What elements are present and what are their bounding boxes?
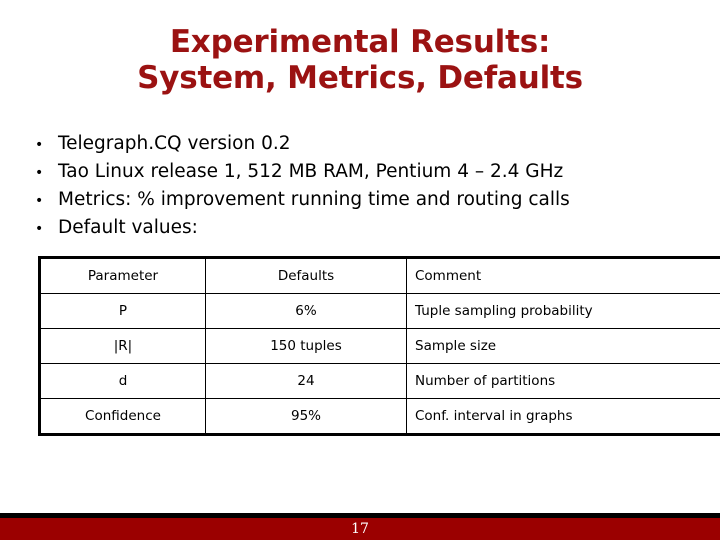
title-line-1: Experimental Results: bbox=[169, 24, 551, 60]
list-item: • Metrics: % improvement running time an… bbox=[30, 186, 700, 214]
defaults-table: Parameter Defaults Comment P 6% Tuple sa… bbox=[38, 256, 720, 436]
presentation-slide: Experimental Results: System, Metrics, D… bbox=[0, 0, 720, 540]
list-item: • Tao Linux release 1, 512 MB RAM, Penti… bbox=[30, 158, 700, 186]
cell-parameter: P bbox=[39, 293, 206, 329]
cell-parameter: Confidence bbox=[39, 398, 206, 435]
list-item-label: Telegraph.CQ version 0.2 bbox=[58, 133, 291, 154]
page-number: 17 bbox=[351, 521, 369, 537]
cell-default: 24 bbox=[205, 363, 407, 399]
bullet-icon: • bbox=[35, 165, 44, 181]
page-title: Experimental Results: System, Metrics, D… bbox=[0, 24, 720, 96]
cell-parameter: |R| bbox=[39, 328, 206, 364]
table-row: d 24 Number of partitions bbox=[39, 363, 720, 399]
table-row: P 6% Tuple sampling probability bbox=[39, 293, 720, 329]
table-row: |R| 150 tuples Sample size bbox=[39, 328, 720, 364]
column-header-defaults: Defaults bbox=[205, 257, 407, 294]
title-line-2: System, Metrics, Defaults bbox=[137, 60, 583, 96]
cell-default: 6% bbox=[205, 293, 407, 329]
cell-default: 150 tuples bbox=[205, 328, 407, 364]
list-item-label: Tao Linux release 1, 512 MB RAM, Pentium… bbox=[58, 161, 564, 182]
list-item: • Default values: bbox=[30, 214, 700, 242]
table-row: Confidence 95% Conf. interval in graphs bbox=[39, 398, 720, 435]
bullet-icon: • bbox=[35, 137, 44, 153]
cell-comment: Number of partitions bbox=[406, 363, 720, 399]
list-item-label: Metrics: % improvement running time and … bbox=[58, 189, 570, 210]
list-item: • Telegraph.CQ version 0.2 bbox=[30, 130, 700, 158]
table-header-row: Parameter Defaults Comment bbox=[39, 257, 720, 294]
cell-default: 95% bbox=[205, 398, 407, 435]
column-header-comment: Comment bbox=[406, 257, 720, 294]
cell-comment: Conf. interval in graphs bbox=[406, 398, 720, 435]
bullet-icon: • bbox=[35, 221, 44, 237]
column-header-parameter: Parameter bbox=[39, 257, 206, 294]
bullet-list: • Telegraph.CQ version 0.2 • Tao Linux r… bbox=[30, 130, 700, 242]
list-item-label: Default values: bbox=[58, 217, 198, 238]
bullet-icon: • bbox=[35, 193, 44, 209]
cell-comment: Sample size bbox=[406, 328, 720, 364]
cell-parameter: d bbox=[39, 363, 206, 399]
cell-comment: Tuple sampling probability bbox=[406, 293, 720, 329]
